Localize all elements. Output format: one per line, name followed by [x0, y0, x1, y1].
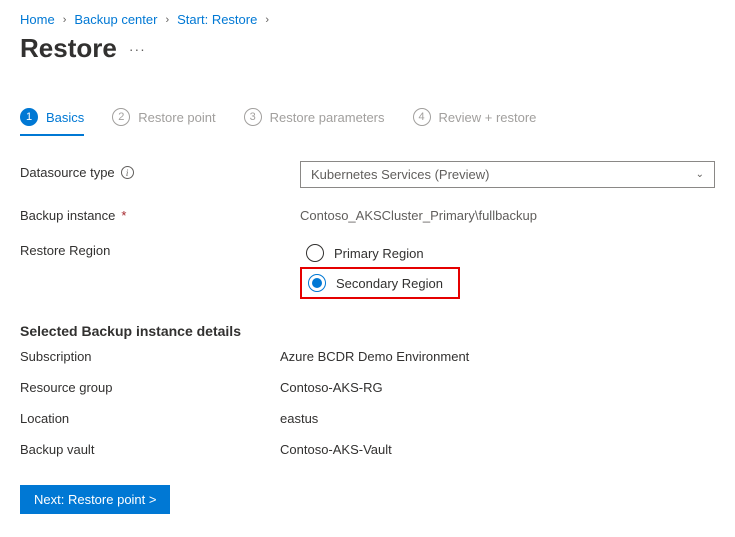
chevron-right-icon: › — [63, 14, 67, 26]
wizard-tabs: 1 Basics 2 Restore point 3 Restore param… — [20, 102, 715, 137]
subscription-label: Subscription — [20, 349, 280, 364]
resource-group-label: Resource group — [20, 380, 280, 395]
radio-icon — [308, 274, 326, 292]
chevron-right-icon: › — [165, 14, 169, 26]
radio-icon — [306, 244, 324, 262]
breadcrumb-start-restore[interactable]: Start: Restore — [177, 12, 257, 27]
breadcrumb-home[interactable]: Home — [20, 12, 55, 27]
tab-restore-point[interactable]: 2 Restore point — [112, 102, 215, 136]
backup-vault-label: Backup vault — [20, 442, 280, 457]
button-label: Next: Restore point > — [34, 492, 156, 507]
tab-number-icon: 2 — [112, 108, 130, 126]
location-label: Location — [20, 411, 280, 426]
label-text: Backup instance — [20, 208, 115, 223]
required-asterisk: * — [121, 208, 126, 223]
datasource-type-label: Datasource type i — [20, 161, 300, 180]
page-title-row: Restore ··· — [20, 33, 715, 64]
backup-instance-label: Backup instance * — [20, 204, 300, 223]
tab-basics[interactable]: 1 Basics — [20, 102, 84, 136]
tab-number-icon: 3 — [244, 108, 262, 126]
tab-label: Restore parameters — [270, 110, 385, 125]
radio-label: Secondary Region — [336, 276, 443, 291]
more-actions-button[interactable]: ··· — [129, 41, 146, 57]
tab-label: Basics — [46, 110, 84, 125]
resource-group-value: Contoso-AKS-RG — [280, 380, 383, 395]
tab-label: Review + restore — [439, 110, 537, 125]
next-restore-point-button[interactable]: Next: Restore point > — [20, 485, 170, 514]
chevron-right-icon: › — [265, 14, 269, 26]
breadcrumb-backup-center[interactable]: Backup center — [74, 12, 157, 27]
tab-label: Restore point — [138, 110, 215, 125]
restore-region-label: Restore Region — [20, 239, 300, 258]
tab-number-icon: 4 — [413, 108, 431, 126]
backup-instance-value: Contoso_AKSCluster_Primary\fullbackup — [300, 204, 715, 223]
restore-region-radio-group: Primary Region Secondary Region — [300, 239, 715, 299]
breadcrumb: Home › Backup center › Start: Restore › — [20, 12, 715, 27]
radio-label: Primary Region — [334, 246, 424, 261]
tab-restore-parameters[interactable]: 3 Restore parameters — [244, 102, 385, 136]
tab-number-icon: 1 — [20, 108, 38, 126]
datasource-type-select[interactable]: Kubernetes Services (Preview) ⌄ — [300, 161, 715, 188]
location-value: eastus — [280, 411, 318, 426]
backup-vault-value: Contoso-AKS-Vault — [280, 442, 392, 457]
page-title: Restore — [20, 33, 117, 64]
info-icon[interactable]: i — [121, 166, 134, 179]
radio-primary-region[interactable]: Primary Region — [300, 239, 715, 267]
radio-secondary-region[interactable]: Secondary Region — [300, 267, 460, 299]
subscription-value: Azure BCDR Demo Environment — [280, 349, 469, 364]
selected-backup-instance-heading: Selected Backup instance details — [20, 323, 715, 339]
label-text: Restore Region — [20, 243, 110, 258]
tab-review-restore[interactable]: 4 Review + restore — [413, 102, 537, 136]
chevron-down-icon: ⌄ — [696, 169, 704, 180]
select-value: Kubernetes Services (Preview) — [311, 167, 489, 182]
label-text: Datasource type — [20, 165, 115, 180]
